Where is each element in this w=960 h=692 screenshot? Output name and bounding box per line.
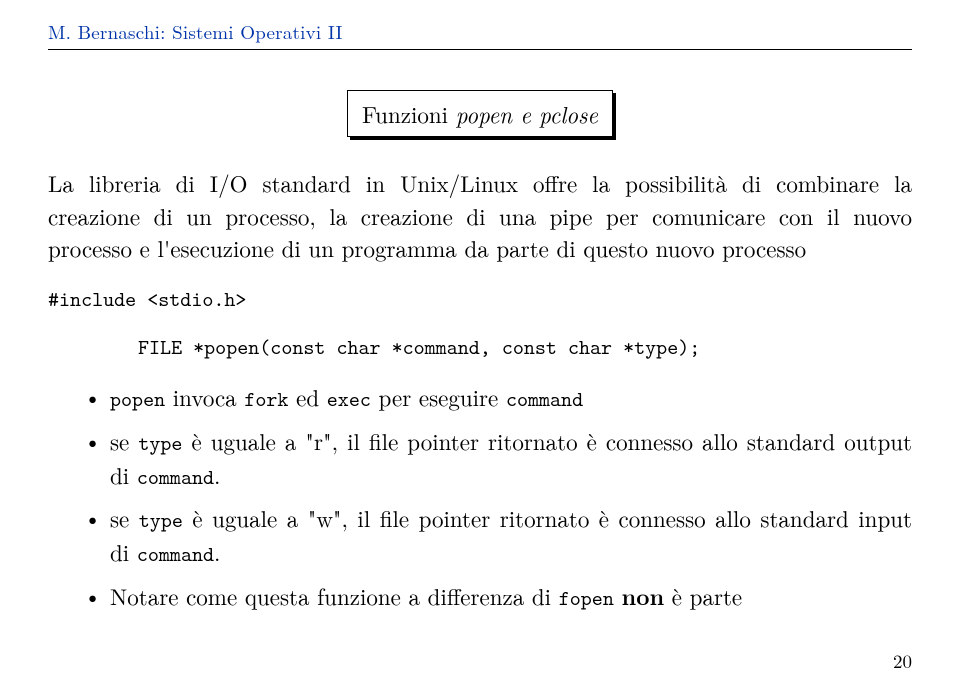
include-line: #include <stdio.h> bbox=[48, 285, 912, 313]
text: invoca bbox=[165, 380, 244, 413]
code-token: popen bbox=[110, 385, 165, 413]
code-token: command bbox=[137, 463, 214, 491]
code-token: command bbox=[137, 540, 214, 568]
text bbox=[614, 579, 622, 612]
text: per eseguire bbox=[371, 380, 506, 413]
paragraph-1: La libreria di I/O standard in Unix/Linu… bbox=[48, 167, 912, 265]
text: se bbox=[110, 501, 139, 534]
text: è uguale a "r", il file pointer ritornat… bbox=[110, 424, 912, 491]
prototype-line: FILE *popen(const char *command, const c… bbox=[138, 333, 912, 361]
code-token: type bbox=[139, 506, 183, 534]
list-item: Notare come questa funzione a differenza… bbox=[84, 580, 912, 614]
list-item: popen invoca fork ed exec per eseguire c… bbox=[84, 381, 912, 415]
text: se bbox=[110, 424, 138, 457]
code-token: fopen bbox=[559, 584, 614, 612]
text: è parte bbox=[664, 579, 742, 612]
text: ed bbox=[288, 380, 326, 413]
title-box: Funzioni popen e pclose bbox=[347, 90, 613, 137]
list-item: se type è uguale a "w", il file pointer … bbox=[84, 502, 912, 570]
list-item: se type è uguale a "r", il file pointer … bbox=[84, 425, 912, 493]
code-token: command bbox=[506, 385, 583, 413]
title-plain: Funzioni bbox=[362, 97, 456, 130]
code-token: type bbox=[138, 429, 182, 457]
bullet-list: popen invoca fork ed exec per eseguire c… bbox=[84, 381, 912, 614]
page-number: 20 bbox=[893, 647, 912, 674]
code-token: exec bbox=[327, 385, 371, 413]
page: M. Bernaschi: Sistemi Operativi II Funzi… bbox=[0, 0, 960, 692]
text: Notare come questa funzione a differenza… bbox=[110, 579, 559, 612]
title-wrap: Funzioni popen e pclose bbox=[48, 90, 912, 137]
running-header: M. Bernaschi: Sistemi Operativi II bbox=[48, 18, 912, 45]
text: . bbox=[214, 535, 220, 568]
bold-text: non bbox=[622, 579, 665, 612]
title-italic: popen e pclose bbox=[456, 97, 598, 130]
code-token: fork bbox=[244, 385, 288, 413]
header-rule bbox=[48, 49, 912, 50]
text: è uguale a "w", il file pointer ritornat… bbox=[110, 501, 912, 568]
text: . bbox=[214, 458, 220, 491]
